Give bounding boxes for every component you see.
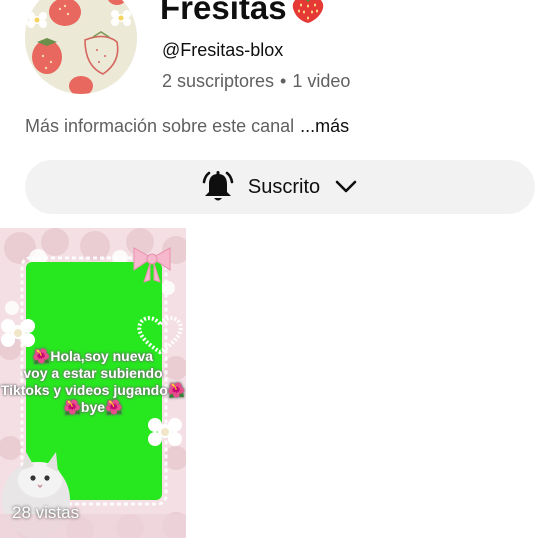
- about-text: Más información sobre este canal: [25, 116, 295, 136]
- channel-avatar[interactable]: [25, 0, 137, 94]
- channel-name-text: Fresitas: [160, 0, 287, 26]
- bell-icon: [200, 170, 236, 204]
- more-link[interactable]: ...más: [300, 116, 349, 136]
- caption-line: voy a estar subiendo: [23, 365, 163, 381]
- separator-dot: •: [280, 71, 287, 91]
- subscribed-button[interactable]: Suscrito: [25, 160, 535, 214]
- chevron-down-icon: [332, 177, 360, 197]
- strawberry-icon: [289, 0, 327, 32]
- video-thumbnail[interactable]: 🌺Hola,soy nueva voy a estar subiendo Tik…: [0, 228, 186, 538]
- channel-title: Fresitas: [160, 0, 327, 32]
- channel-handle: @Fresitas-blox: [162, 40, 284, 60]
- caption-line: Tiktoks y videos jugando🌺: [0, 382, 186, 398]
- caption-line: 🌺bye🌺: [63, 399, 123, 415]
- video-caption: 🌺Hola,soy nueva voy a estar subiendo Tik…: [0, 348, 186, 416]
- channel-page: Fresitas @Fresitas-blox 2 suscriptores • 1…: [0, 0, 560, 560]
- caption-line: 🌺Hola,soy nueva: [32, 348, 154, 364]
- strawberry-pattern-icon: [25, 0, 137, 94]
- channel-about[interactable]: Más información sobre este canal ...más: [25, 115, 349, 137]
- view-count: 28 vistas: [12, 503, 80, 522]
- subscriber-count: 2 suscriptores: [162, 71, 275, 91]
- video-count: 1 video: [292, 71, 351, 91]
- subscribed-label: Suscrito: [247, 175, 321, 198]
- channel-stats: 2 suscriptores • 1 video: [162, 70, 350, 92]
